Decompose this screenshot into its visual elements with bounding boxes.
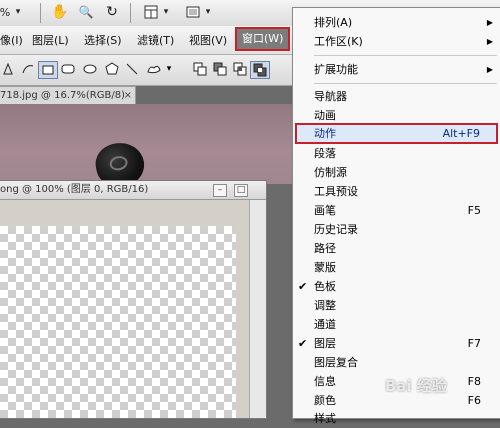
watermark: Bai 经验 [385, 377, 447, 395]
menu-item-paths[interactable]: 路径 [293, 239, 500, 258]
menu-item-layers[interactable]: ✔ 图层 F7 [293, 334, 500, 353]
menu-filter[interactable]: 滤镜(T) [137, 33, 174, 49]
minimize-window-button[interactable]: – [213, 184, 227, 197]
menu-item-workspace[interactable]: 工作区(K) ▶ [293, 32, 500, 51]
floating-document-window: ong @ 100% (图层 0, RGB/16) – □ [0, 180, 267, 419]
menu-divider [314, 83, 497, 84]
menu-item-channels[interactable]: 通道 [293, 315, 500, 334]
menu-select[interactable]: 选择(S) [84, 33, 122, 49]
zoom-dropdown-arrow[interactable]: ▾ [12, 3, 24, 21]
arrange-dropdown-arrow[interactable]: ▾ [161, 3, 171, 21]
menu-item-styles[interactable]: 样式 [293, 409, 500, 428]
window-menu-dropdown: 排列(A) ▶ 工作区(K) ▶ 扩展功能 ▶ 导航器 动画 动作 Alt+F9… [292, 7, 500, 425]
submenu-arrow-icon: ▶ [486, 18, 493, 27]
menu-item-masks[interactable]: 蒙版 [293, 258, 500, 277]
zoom-tool-icon[interactable]: 🔍 [76, 3, 96, 21]
ellipse-shape-icon[interactable] [82, 61, 98, 77]
path-combine-subtract-icon[interactable] [212, 61, 228, 77]
menu-item-paragraph[interactable]: 段落 [293, 144, 500, 163]
checkmark-icon: ✔ [298, 337, 308, 350]
polygon-shape-icon[interactable] [104, 61, 120, 77]
menu-item-arrange[interactable]: 排列(A) ▶ [293, 13, 500, 32]
rotate-view-icon[interactable]: ↻ [102, 3, 122, 21]
custom-shape-dropdown-arrow[interactable]: ▾ [164, 61, 174, 77]
menu-image[interactable]: 像(I) [0, 33, 23, 49]
checkmark-icon: ✔ [298, 280, 308, 293]
menu-item-swatches[interactable]: ✔ 色板 [293, 277, 500, 296]
submenu-arrow-icon: ▶ [486, 65, 493, 74]
menu-item-clone-source[interactable]: 仿制源 [293, 163, 500, 182]
arrange-documents-icon[interactable] [142, 3, 160, 21]
shortcut-label: F5 [467, 204, 481, 217]
menu-item-tool-presets[interactable]: 工具预设 [293, 182, 500, 201]
screen-mode-icon[interactable] [184, 3, 202, 21]
menu-window[interactable]: 窗口(W) [234, 27, 291, 51]
menu-item-navigator[interactable]: 导航器 [293, 87, 500, 106]
zoom-level[interactable]: % [0, 3, 10, 21]
menu-item-layer-comps[interactable]: 图层复合 [293, 353, 500, 372]
vertical-scrollbar[interactable] [249, 200, 266, 418]
document-canvas[interactable] [0, 104, 296, 184]
pen-tool-icon[interactable] [0, 61, 16, 77]
hand-tool-icon[interactable]: ✋ [50, 3, 70, 21]
line-shape-icon[interactable] [124, 61, 140, 77]
menu-item-brushes[interactable]: 画笔 F5 [293, 201, 500, 220]
menu-divider [314, 55, 497, 56]
freeform-pen-icon[interactable] [20, 61, 36, 77]
transparent-canvas[interactable] [0, 226, 236, 418]
path-combine-exclude-icon[interactable] [250, 61, 270, 79]
screen-mode-dropdown-arrow[interactable]: ▾ [203, 3, 213, 21]
close-document-icon[interactable]: × [124, 87, 132, 104]
path-combine-intersect-icon[interactable] [232, 61, 248, 77]
maximize-window-button[interactable]: □ [234, 184, 248, 197]
menu-item-animation[interactable]: 动画 [293, 106, 500, 125]
shortcut-label: F6 [467, 394, 481, 407]
menu-item-extensions[interactable]: 扩展功能 ▶ [293, 60, 500, 79]
menu-layer[interactable]: 图层(L) [32, 33, 69, 49]
rectangle-shape-icon[interactable] [38, 61, 58, 79]
submenu-arrow-icon: ▶ [486, 37, 493, 46]
custom-shape-icon[interactable] [146, 61, 162, 77]
floating-document-title: ong @ 100% (图层 0, RGB/16) [0, 184, 149, 195]
menu-view[interactable]: 视图(V) [189, 33, 227, 49]
document-tab-label: 718.jpg @ 16.7%(RGB/8) [0, 90, 125, 101]
menu-item-history[interactable]: 历史记录 [293, 220, 500, 239]
menu-item-adjustments[interactable]: 调整 [293, 296, 500, 315]
menu-item-actions[interactable]: 动作 Alt+F9 [295, 123, 498, 144]
document-tab[interactable]: 718.jpg @ 16.7%(RGB/8) × [0, 86, 136, 105]
shortcut-label: F7 [467, 337, 481, 350]
shortcut-label: F8 [467, 375, 481, 388]
path-combine-add-icon[interactable] [192, 61, 208, 77]
rounded-rectangle-icon[interactable] [60, 61, 76, 77]
shortcut-label: Alt+F9 [442, 127, 480, 140]
